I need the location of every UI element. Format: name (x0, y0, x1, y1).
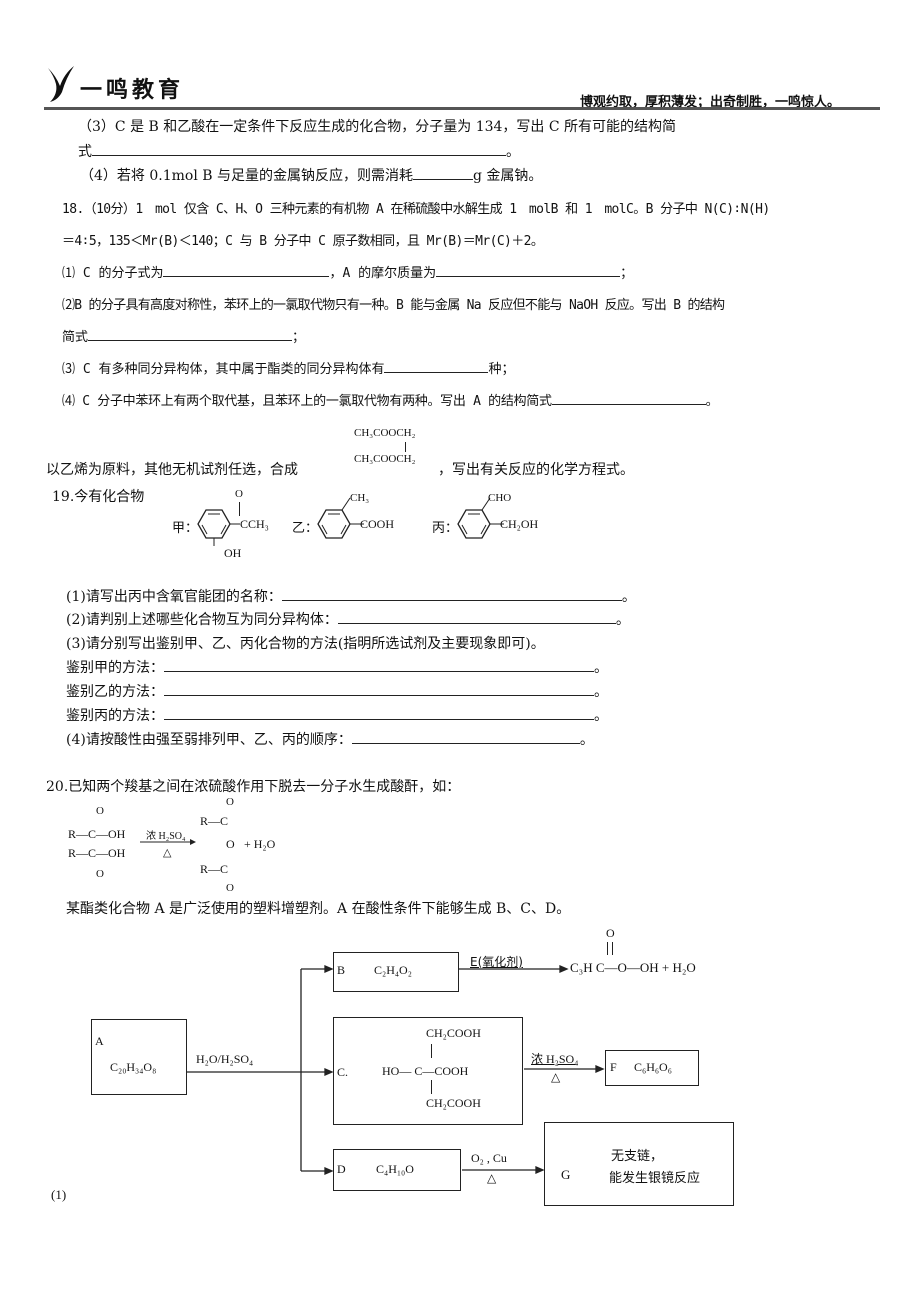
c-bottom-group: CH₂COOH (426, 1096, 481, 1110)
b-product: C₃H C—O—OH + H₂O (570, 960, 696, 975)
compound-box-d: D C₄H₁₀O (333, 1149, 461, 1191)
compound-box-b: B C₂H₄O₂ (333, 952, 459, 992)
q20-part1-label: (1) (51, 1187, 67, 1202)
box-formula: C₄H₁₀O (376, 1162, 414, 1176)
box-label: D (337, 1162, 346, 1176)
hydrolysis-condition: H₂O/H₂SO₄ (196, 1052, 254, 1066)
double-bond (607, 942, 613, 955)
c-middle-group: HO— C—COOH (382, 1064, 469, 1078)
d-reagent-bottom: △ (487, 1171, 497, 1185)
box-formula: C₂₀H₃₄O₈ (110, 1060, 157, 1074)
d-reagent-top: O₂ , Cu (471, 1151, 507, 1165)
c-reagent-bottom: △ (551, 1070, 561, 1084)
compound-box-f: F C₆H₆O₆ (605, 1050, 699, 1086)
g-description-2: 能发生银镜反应 (609, 1171, 701, 1186)
box-label: B (337, 963, 346, 977)
bond-line (431, 1080, 432, 1094)
compound-box-a: A C₂₀H₃₄O₈ (91, 1019, 187, 1095)
box-label: A (95, 1034, 104, 1048)
box-label: G (561, 1167, 571, 1182)
box-label: C. (337, 1065, 349, 1079)
c-reagent-top: 浓 H₂SO₄ (531, 1052, 579, 1066)
c-top-group: CH₂COOH (426, 1026, 481, 1040)
bond-line (431, 1044, 432, 1058)
compound-box-g: G 无支链， 能发生银镜反应 (544, 1122, 734, 1206)
box-label: F (610, 1060, 617, 1074)
compound-box-c: C. CH₂COOH HO— C—COOH CH₂COOH (333, 1017, 523, 1125)
box-formula: C₂H₄O₂ (374, 963, 412, 977)
peracid-o: O (606, 926, 615, 940)
box-formula: C₆H₆O₆ (634, 1060, 672, 1074)
g-description-1: 无支链， (611, 1149, 664, 1164)
b-reagent: E(氧化剂) (470, 955, 523, 969)
